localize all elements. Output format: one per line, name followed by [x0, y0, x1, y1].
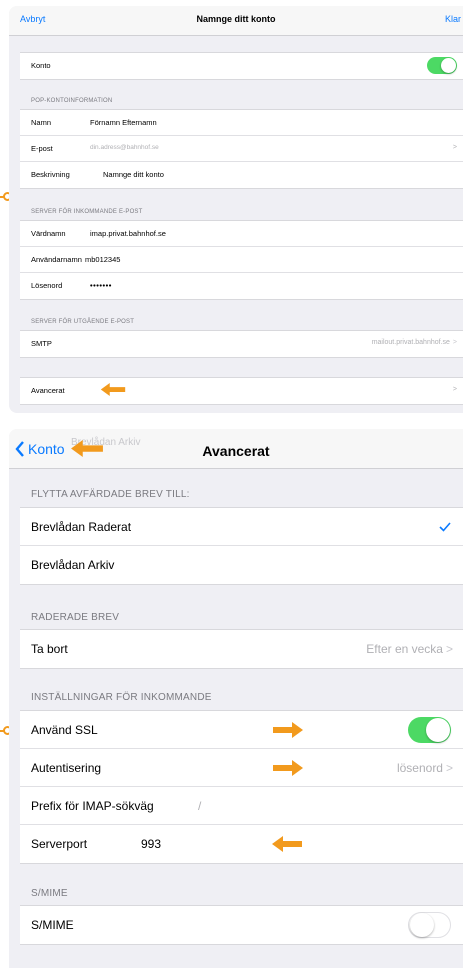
password-field[interactable]: ••••••• [90, 281, 112, 290]
email-label: E-post [31, 144, 53, 153]
arrow-right-icon [273, 722, 303, 738]
ssl-row: Använd SSL [20, 711, 463, 749]
description-field[interactable]: Namnge ditt konto [103, 170, 164, 179]
description-row[interactable]: Beskrivning Namnge ditt konto [20, 162, 463, 188]
account-group: Konto [20, 52, 463, 80]
incoming-section-header: SERVER FÖR INKOMMANDE E-POST [31, 209, 143, 215]
remove-label: Ta bort [31, 642, 68, 656]
advanced-group: Avancerat > [20, 377, 463, 405]
account-row: Konto [20, 53, 463, 79]
remove-value: Efter en vecka > [366, 642, 453, 656]
smime-toggle[interactable] [408, 912, 451, 938]
email-row[interactable]: E-post din.adress@bahnhof.se > [20, 136, 463, 162]
deleted-group: Ta bort Efter en vecka > [20, 629, 463, 669]
pop-group: Namn Förnamn Efternamn E-post din.adress… [20, 109, 463, 189]
move-group: Brevlådan Raderat Brevlådan Arkiv [20, 507, 463, 585]
mailbox-archive-row[interactable]: Brevlådan Arkiv [20, 546, 463, 584]
username-label: Användarnamn [31, 255, 82, 264]
nav-bar: Avbryt Namnge ditt konto Klar [9, 6, 463, 36]
ssl-toggle[interactable] [408, 717, 451, 743]
chevron-right-icon: > [445, 761, 453, 775]
smtp-label: SMTP [31, 339, 52, 348]
arrow-right-icon [273, 760, 303, 776]
prefix-row[interactable]: Prefix för IMAP-sökväg / [20, 787, 463, 825]
checkmark-icon [439, 522, 451, 532]
incoming-group: Värdnamn imap.privat.bahnhof.se Användar… [20, 220, 463, 300]
page-title: Avancerat [202, 443, 270, 459]
email-field[interactable]: din.adress@bahnhof.se [90, 144, 159, 151]
smime-row: S/MIME [20, 906, 463, 944]
account-label: Konto [31, 61, 51, 70]
password-label: Lösenord [31, 281, 63, 290]
arrow-left-icon [272, 836, 302, 852]
username-row[interactable]: Användarnamn mb012345 [20, 247, 463, 273]
account-toggle[interactable] [427, 57, 457, 74]
deleted-section-header: RADERADE BREV [31, 612, 120, 623]
chevron-right-icon: > [452, 386, 457, 393]
advanced-row[interactable]: Avancerat > [20, 378, 463, 404]
pop-section-header: POP-KONTOINFORMATION [31, 98, 113, 104]
mailbox-deleted-row[interactable]: Brevlådan Raderat [20, 508, 463, 546]
auth-row[interactable]: Autentisering lösenord > [20, 749, 463, 787]
smtp-row[interactable]: SMTP mailout.privat.bahnhof.se > [20, 331, 463, 357]
remove-row[interactable]: Ta bort Efter en vecka > [20, 630, 463, 668]
host-row[interactable]: Värdnamn imap.privat.bahnhof.se [20, 221, 463, 247]
smime-label: S/MIME [31, 918, 74, 932]
nav-bar: Brevlådan Arkiv Konto Avancerat [9, 429, 463, 469]
move-section-header: FLYTTA AVFÄRDADE BREV TILL: [31, 489, 190, 500]
port-row[interactable]: Serverport 993 [20, 825, 463, 863]
auth-label: Autentisering [31, 761, 102, 775]
port-label: Serverport [31, 837, 88, 851]
outgoing-section-header: SERVER FÖR UTGÅENDE E-POST [31, 319, 135, 325]
prefix-label: Prefix för IMAP-sökväg [31, 799, 154, 813]
done-button[interactable]: Klar [445, 14, 461, 24]
mailbox-deleted-label: Brevlådan Raderat [31, 520, 132, 534]
name-field[interactable]: Förnamn Efternamn [90, 118, 157, 127]
name-row[interactable]: Namn Förnamn Efternamn [20, 110, 463, 136]
host-label: Värdnamn [31, 229, 66, 238]
username-field[interactable]: mb012345 [85, 255, 120, 264]
chevron-right-icon: > [452, 144, 457, 151]
advanced-label: Avancerat [31, 386, 65, 395]
outgoing-group: SMTP mailout.privat.bahnhof.se > [20, 330, 463, 358]
auth-value: lösenord > [396, 761, 453, 775]
smime-section-header: S/MIME [31, 888, 68, 899]
ssl-label: Använd SSL [31, 723, 98, 737]
password-row[interactable]: Lösenord ••••••• [20, 273, 463, 299]
description-label: Beskrivning [31, 170, 70, 179]
incoming-section-header: INSTÄLLNINGAR FÖR INKOMMANDE [31, 692, 212, 703]
mailbox-archive-label: Brevlådan Arkiv [31, 558, 115, 572]
incoming-settings-group: Använd SSL Autentisering lösenord > Prefi… [20, 710, 463, 864]
host-field[interactable]: imap.privat.bahnhof.se [90, 229, 166, 238]
smtp-value: mailout.privat.bahnhof.se > [371, 339, 457, 346]
name-label: Namn [31, 118, 52, 127]
page-title: Namnge ditt konto [196, 14, 276, 24]
port-field[interactable]: 993 [141, 837, 161, 851]
advanced-settings-panel: Brevlådan Arkiv Konto Avancerat FLYTTA A… [9, 429, 463, 968]
smime-group: S/MIME [20, 905, 463, 945]
prefix-field[interactable]: / [198, 799, 201, 813]
arrow-left-icon [100, 383, 126, 396]
chevron-right-icon: > [445, 642, 453, 656]
account-settings-panel: Avbryt Namnge ditt konto Klar Konto POP-… [9, 6, 463, 413]
